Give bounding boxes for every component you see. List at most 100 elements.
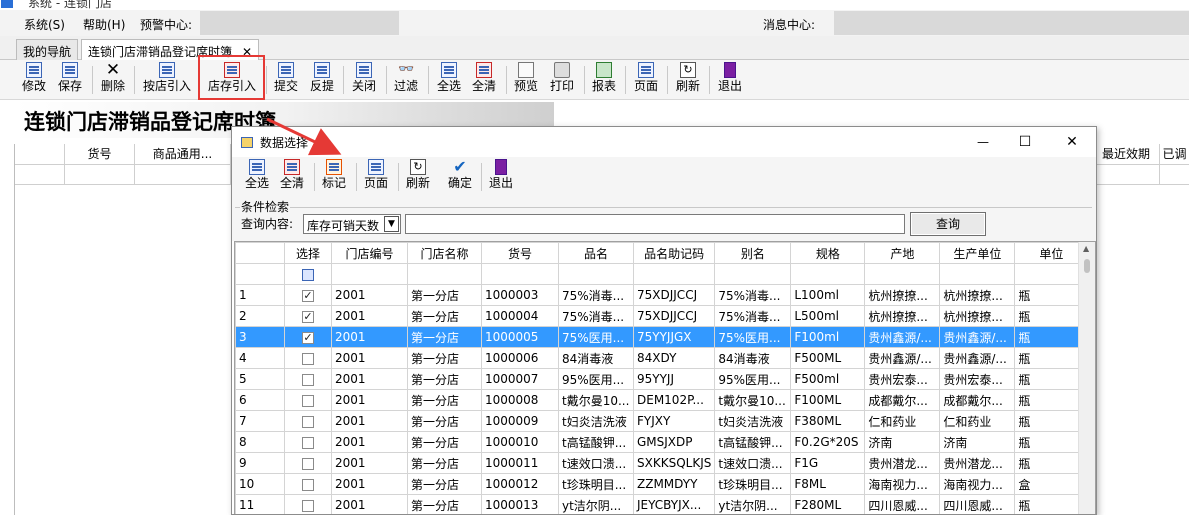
select-cell[interactable]: ✓ bbox=[284, 284, 332, 306]
preview-button[interactable]: 预览 bbox=[512, 62, 540, 98]
page-button[interactable]: 页面 bbox=[632, 62, 660, 98]
minimize-button[interactable]: — bbox=[961, 131, 1005, 153]
column-header-maker[interactable]: 生产单位 bbox=[939, 242, 1016, 264]
column-header-store-name[interactable]: 门店名称 bbox=[407, 242, 482, 264]
filter-cell[interactable] bbox=[284, 263, 332, 285]
checked-checkbox[interactable]: ✓ bbox=[302, 289, 314, 302]
filter-cell[interactable] bbox=[632, 263, 716, 285]
print-button[interactable]: 打印 bbox=[548, 62, 576, 98]
exit-button[interactable]: 退出 bbox=[716, 62, 744, 98]
checked-checkbox[interactable]: ✓ bbox=[302, 331, 314, 344]
table-row[interactable]: 6 2001 第一分店 1000008 t戴尔曼10... DEM102P... t戴尔曼1… bbox=[235, 389, 1089, 411]
select-cell[interactable] bbox=[284, 368, 332, 390]
unchecked-checkbox[interactable] bbox=[302, 478, 314, 491]
column-header-code[interactable]: 货号 bbox=[481, 242, 559, 264]
table-row[interactable]: 7 2001 第一分店 1000009 t妇炎洁洗液 FYJXY t妇炎洁洗液 F380ML 仁… bbox=[235, 410, 1089, 432]
import-by-store-button[interactable]: 按店引入 bbox=[141, 62, 193, 98]
select-cell[interactable] bbox=[284, 410, 332, 432]
table-row[interactable]: 5 2001 第一分店 1000007 95%医用... 95YYJJ 95%医用... F5… bbox=[235, 368, 1089, 390]
table-row[interactable]: 4 2001 第一分店 1000006 84消毒液 84XDY 84消毒液 F500ML 贵州鑫… bbox=[235, 347, 1089, 369]
filter-cell[interactable] bbox=[407, 263, 482, 285]
refresh-button[interactable]: ↻ 刷新 bbox=[674, 62, 702, 98]
edit-button[interactable]: 修改 bbox=[21, 62, 47, 98]
column-header-unit[interactable]: 单位 bbox=[1014, 242, 1089, 264]
report-button[interactable]: 报表 bbox=[590, 62, 618, 98]
menu-help[interactable]: 帮助(H) bbox=[83, 16, 125, 33]
checked-checkbox[interactable]: ✓ bbox=[302, 310, 314, 323]
table-row[interactable]: 2 ✓ 2001 第一分店 1000004 75%消毒... 75XDJJCCJ 75%消毒.… bbox=[235, 305, 1089, 327]
filter-cell[interactable] bbox=[481, 263, 559, 285]
menu-alert-center[interactable]: 预警中心: bbox=[140, 16, 192, 33]
search-button[interactable]: 查询 bbox=[910, 212, 986, 236]
table-row[interactable]: 3 ✓ 2001 第一分店 1000005 75%医用... 75YYJJGX 75%医用..… bbox=[235, 326, 1089, 348]
column-header-store-no[interactable]: 门店编号 bbox=[331, 242, 408, 264]
filter-cell[interactable] bbox=[790, 263, 866, 285]
column-header-product-name[interactable]: 品名 bbox=[558, 242, 634, 264]
filter-cell[interactable] bbox=[1014, 263, 1089, 285]
scroll-up-icon[interactable]: ▲ bbox=[1083, 244, 1089, 253]
unsubmit-button[interactable]: 反提 bbox=[308, 62, 336, 98]
clear-all-button[interactable]: 全清 bbox=[470, 62, 498, 98]
table-row[interactable]: 10 2001 第一分店 1000012 t珍珠明目... ZZMMDYY t珍珠明目...… bbox=[235, 473, 1089, 495]
maximize-button[interactable]: ☐ bbox=[1003, 131, 1047, 153]
select-all-button[interactable]: 全选 bbox=[435, 62, 463, 98]
dialog-page-button[interactable]: 页面 bbox=[362, 159, 390, 195]
select-cell[interactable] bbox=[284, 347, 332, 369]
grid-filter-cell[interactable] bbox=[135, 165, 231, 185]
submit-button[interactable]: 提交 bbox=[272, 62, 300, 98]
table-row[interactable]: 9 2001 第一分店 1000011 t速效口溃... SXKKSQLKJS t速效口溃.… bbox=[235, 452, 1089, 474]
unchecked-checkbox[interactable] bbox=[302, 457, 314, 470]
confirm-button[interactable]: ✔ 确定 bbox=[446, 159, 474, 195]
dialog-close-button[interactable]: ✕ bbox=[1050, 131, 1094, 153]
column-header-spec[interactable]: 规格 bbox=[790, 242, 866, 264]
close-button[interactable]: 关闭 bbox=[350, 62, 378, 98]
column-header-select[interactable]: 选择 bbox=[284, 242, 332, 264]
column-header-alias[interactable]: 别名 bbox=[714, 242, 792, 264]
filter-cell[interactable] bbox=[331, 263, 408, 285]
column-header-origin[interactable]: 产地 bbox=[864, 242, 941, 264]
select-cell[interactable]: ✓ bbox=[284, 326, 332, 348]
unchecked-checkbox[interactable] bbox=[302, 499, 314, 512]
filter-cell[interactable] bbox=[558, 263, 634, 285]
filter-button[interactable]: 👓 过滤 bbox=[392, 62, 420, 98]
dialog-clear-all-button[interactable]: 全清 bbox=[278, 159, 306, 195]
vertical-scrollbar[interactable]: ▲ bbox=[1078, 242, 1095, 514]
table-row[interactable]: 8 2001 第一分店 1000010 t高锰酸钾... GMSJXDP t高锰酸钾... F… bbox=[235, 431, 1089, 453]
unchecked-checkbox[interactable] bbox=[302, 415, 314, 428]
unchecked-checkbox[interactable] bbox=[302, 394, 314, 407]
delete-button[interactable]: ✕ 删除 bbox=[99, 62, 127, 98]
select-cell[interactable] bbox=[284, 494, 332, 514]
select-cell[interactable] bbox=[284, 431, 332, 453]
menu-system[interactable]: 系统(S) bbox=[24, 16, 65, 33]
mark-button[interactable]: 标记 bbox=[320, 159, 348, 195]
column-header-latest-expiry[interactable]: 最近效期 bbox=[1093, 144, 1160, 165]
query-field-select[interactable]: 库存可销天数 ▼ bbox=[303, 214, 401, 234]
save-button[interactable]: 保存 bbox=[56, 62, 84, 98]
dialog-refresh-button[interactable]: ↻ 刷新 bbox=[404, 159, 432, 195]
grid-filter-cell[interactable] bbox=[65, 165, 135, 185]
column-header-mnemonic[interactable]: 品名助记码 bbox=[632, 242, 716, 264]
table-row[interactable]: 11 2001 第一分店 1000013 yt洁尔阴... JEYCBYJX... yt洁尔… bbox=[235, 494, 1089, 514]
dialog-exit-button[interactable]: 退出 bbox=[487, 159, 515, 195]
unchecked-checkbox[interactable] bbox=[302, 352, 314, 365]
filter-cell[interactable] bbox=[864, 263, 941, 285]
filter-cell[interactable] bbox=[939, 263, 1016, 285]
scrollbar-thumb[interactable] bbox=[1084, 259, 1090, 273]
table-row[interactable]: 1 ✓ 2001 第一分店 1000003 75%消毒... 75XDJJCCJ 75%消毒.… bbox=[235, 284, 1089, 306]
grid-filter-cell[interactable] bbox=[1093, 165, 1160, 185]
tab-my-navigation[interactable]: 我的导航 bbox=[16, 39, 79, 60]
column-header-code[interactable]: 货号 bbox=[65, 144, 135, 165]
unchecked-checkbox[interactable] bbox=[302, 373, 314, 386]
column-header-generic-name[interactable]: 商品通用... bbox=[135, 144, 231, 165]
query-input[interactable] bbox=[405, 214, 905, 234]
column-header-transferred[interactable]: 已调 bbox=[1160, 144, 1189, 165]
chevron-down-icon[interactable]: ▼ bbox=[384, 216, 399, 232]
select-cell[interactable]: ✓ bbox=[284, 305, 332, 327]
unchecked-checkbox[interactable] bbox=[302, 436, 314, 449]
select-cell[interactable] bbox=[284, 473, 332, 495]
filter-cell[interactable] bbox=[714, 263, 792, 285]
select-all-checkbox[interactable] bbox=[302, 268, 314, 281]
select-cell[interactable] bbox=[284, 452, 332, 474]
grid-filter-cell[interactable] bbox=[1160, 165, 1189, 185]
select-cell[interactable] bbox=[284, 389, 332, 411]
